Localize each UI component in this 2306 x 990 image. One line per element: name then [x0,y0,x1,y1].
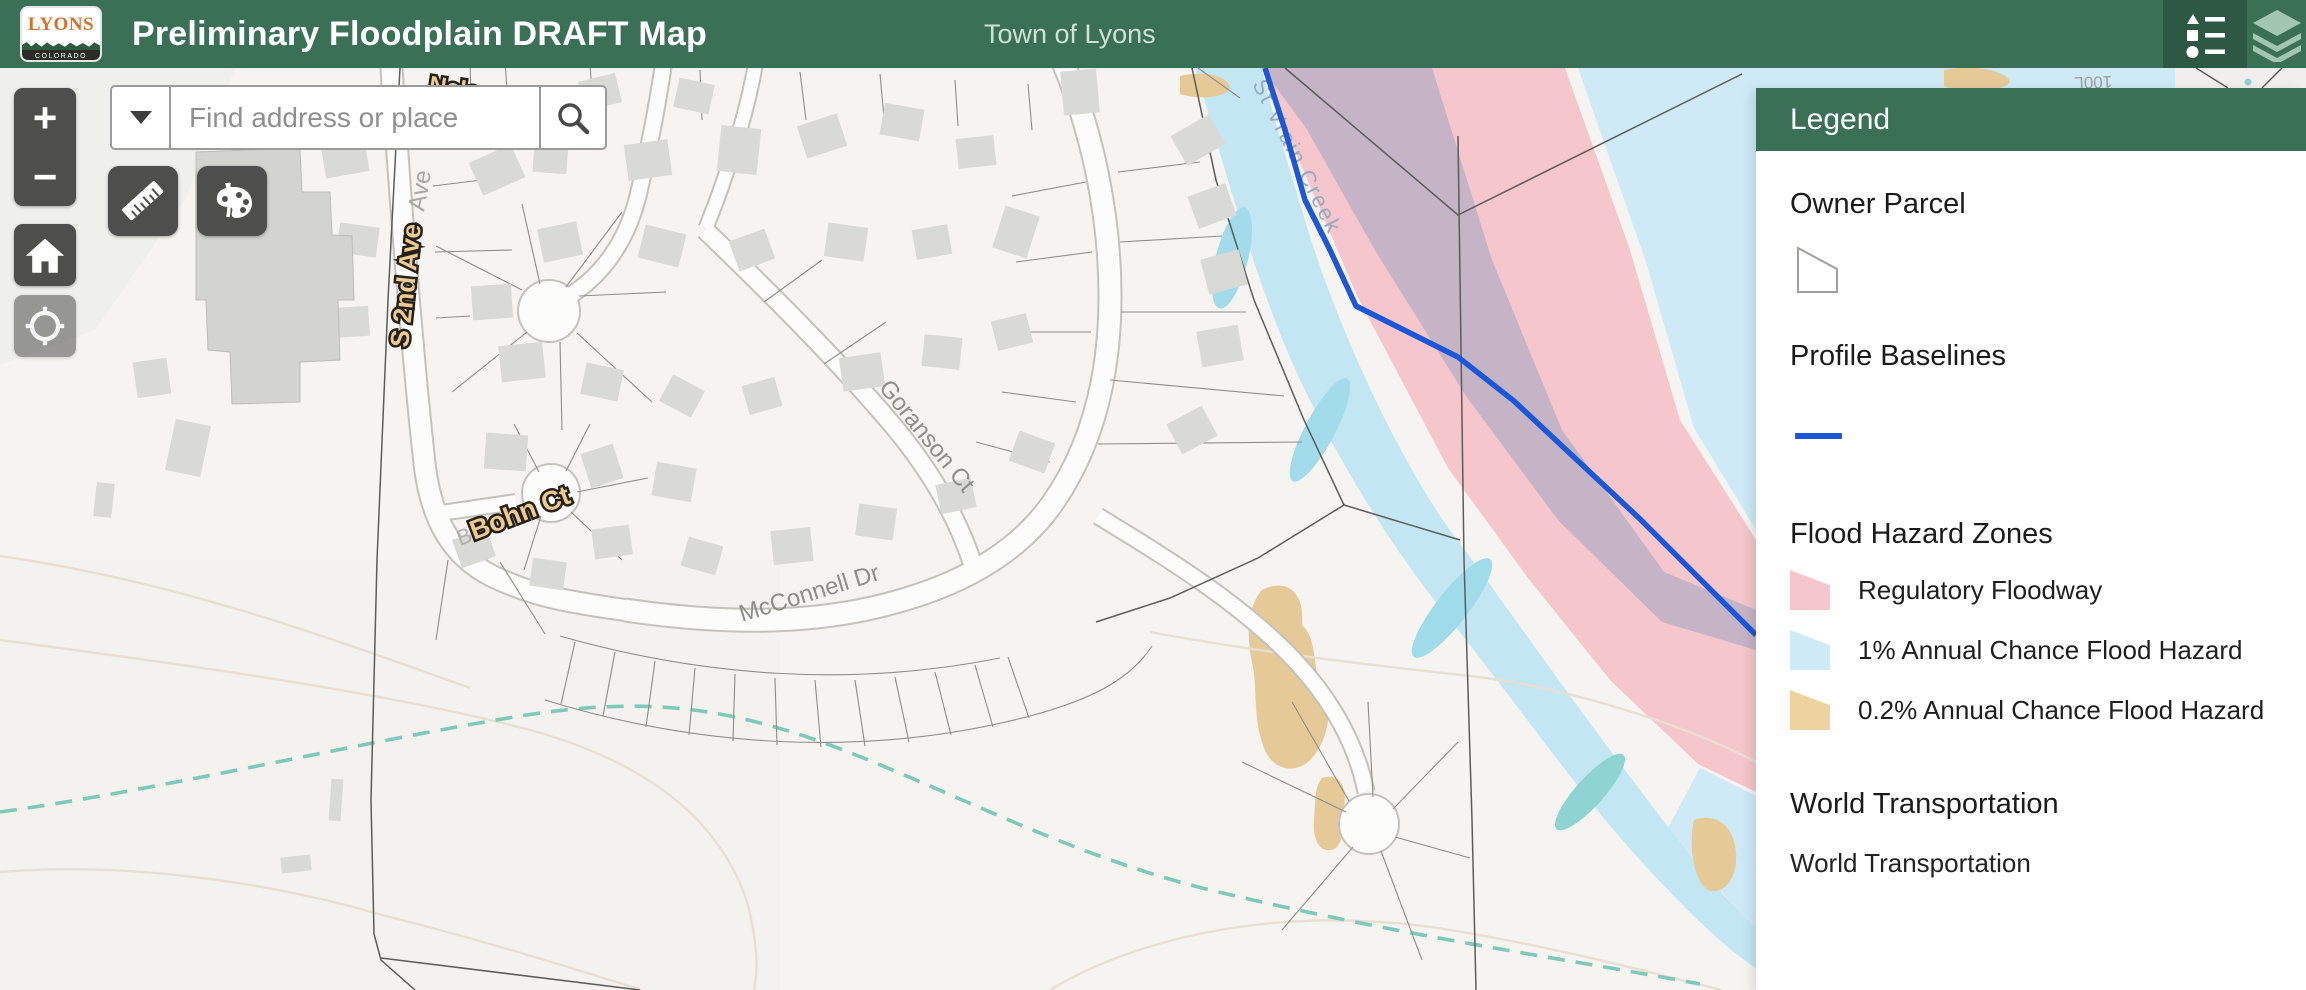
minus-icon: − [33,156,58,198]
search-source-dropdown[interactable] [112,87,171,148]
legend-toggle-button[interactable] [2163,0,2247,68]
home-icon [23,234,67,276]
legend-item-world-transportation: World Transportation [1790,848,2031,879]
profile-baseline-swatch [1795,433,1842,439]
legend-list-icon [2179,8,2231,60]
palette-icon [208,177,256,225]
02pct-flood-swatch [1790,690,1830,730]
owner-parcel-swatch [1795,244,1855,299]
legend-item-1pct-flood: 1% Annual Chance Flood Hazard [1790,626,2242,674]
lyons-logo: LYONS COLORADO [20,6,102,62]
org-subtitle: Town of Lyons [984,0,1156,68]
legend-panel-title: Legend [1756,88,2306,151]
legend-item-regulatory-floodway: Regulatory Floodway [1790,566,2102,614]
legend-panel: Legend Owner Parcel Profile Baselines Fl… [1756,88,2306,990]
layers-icon [2249,6,2305,62]
logo-text: LYONS [28,14,94,36]
crosshair-icon [24,305,66,347]
zoom-in-button[interactable]: + [14,88,76,147]
page-title: Preliminary Floodplain DRAFT Map [132,0,707,68]
zoom-out-button[interactable]: − [14,147,76,206]
app-window: St Vrain Creek Ave S 2nd Ave Nelson Bohn… [0,0,2306,990]
logo-subtext: COLORADO [22,50,100,62]
search-button[interactable] [539,87,605,148]
caret-down-icon [130,111,152,124]
1pct-flood-swatch [1790,630,1830,670]
basemap-style-button[interactable] [197,166,267,236]
legend-section-profile-baselines: Profile Baselines [1790,340,2006,373]
legend-section-owner-parcel: Owner Parcel [1790,188,1966,221]
floodway-swatch [1790,570,1830,610]
home-button[interactable] [14,224,76,286]
search-input[interactable] [171,87,539,148]
legend-item-02pct-flood: 0.2% Annual Chance Flood Hazard [1790,686,2264,734]
plus-icon: + [33,97,58,139]
locate-button[interactable] [14,295,76,357]
measure-tool-button[interactable] [108,166,178,236]
legend-section-flood-hazard: Flood Hazard Zones [1790,518,2053,551]
app-header: LYONS COLORADO Preliminary Floodplain DR… [0,0,2306,68]
logo-trees-graphic [22,42,100,50]
legend-section-world-transportation: World Transportation [1790,788,2059,821]
magnifier-icon [555,100,591,136]
layers-button[interactable] [2247,0,2306,68]
ruler-icon [119,177,167,225]
search-bar [110,85,607,150]
zoom-control: + − [14,88,76,206]
